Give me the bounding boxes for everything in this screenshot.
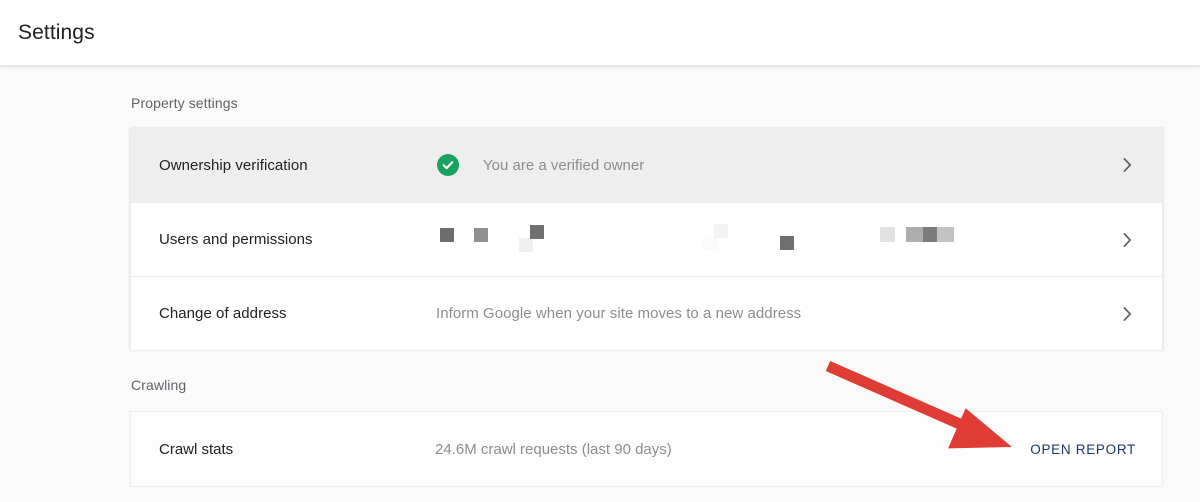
app-header: Settings — [0, 0, 1200, 66]
settings-row-crawl-stats[interactable]: Crawl stats 24.6M crawl requests (last 9… — [131, 412, 1162, 486]
settings-content: Property settings Ownership verification… — [0, 66, 1200, 502]
chevron-right-icon[interactable] — [1120, 306, 1134, 321]
row-value: You are a verified owner — [483, 156, 645, 174]
crawl-stats-card: Crawl stats 24.6M crawl requests (last 9… — [130, 411, 1163, 487]
settings-row-ownership-verification[interactable]: Ownership verification You are a verifie… — [131, 128, 1162, 202]
chevron-right-icon[interactable] — [1120, 232, 1134, 247]
property-settings-card: Ownership verification You are a verifie… — [130, 127, 1163, 350]
row-label: Ownership verification — [159, 156, 308, 174]
check-circle-icon — [437, 154, 459, 176]
section-label-property-settings: Property settings — [131, 95, 238, 111]
row-value: 24.6M crawl requests (last 90 days) — [435, 440, 672, 458]
settings-row-users-and-permissions[interactable]: Users and permissions — [131, 202, 1162, 276]
chevron-right-icon[interactable] — [1120, 158, 1134, 172]
section-label-crawling: Crawling — [131, 377, 187, 393]
row-label: Users and permissions — [159, 231, 313, 248]
settings-row-change-of-address[interactable]: Change of address Inform Google when you… — [131, 276, 1162, 350]
open-report-button[interactable]: OPEN REPORT — [1030, 442, 1136, 457]
page-title: Settings — [18, 21, 95, 44]
row-label: Crawl stats — [159, 440, 234, 458]
row-value: Inform Google when your site moves to a … — [436, 305, 802, 322]
row-label: Change of address — [159, 305, 287, 322]
